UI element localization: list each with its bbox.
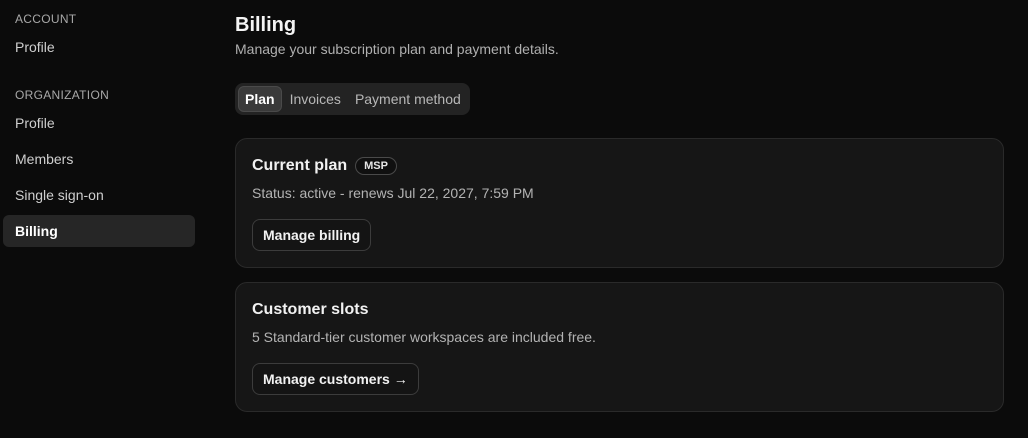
customer-slots-title: Customer slots bbox=[252, 301, 369, 318]
current-plan-card: Current plan MSP Status: active - renews… bbox=[235, 138, 1004, 268]
sidebar-item-account-profile[interactable]: Profile bbox=[3, 31, 195, 63]
tab-payment-method[interactable]: Payment method bbox=[349, 86, 467, 112]
sidebar-item-single-sign-on[interactable]: Single sign-on bbox=[3, 179, 195, 211]
page-title: Billing bbox=[235, 14, 297, 36]
current-plan-title: Current plan bbox=[252, 157, 348, 174]
tab-invoices[interactable]: Invoices bbox=[284, 86, 347, 112]
tab-plan[interactable]: Plan bbox=[238, 86, 282, 112]
settings-sidebar: ACCOUNT Profile ORGANIZATION Profile Mem… bbox=[0, 0, 200, 438]
plan-status-text: Status: active - renews Jul 22, 2027, 7:… bbox=[252, 185, 534, 201]
section-label-organization: ORGANIZATION bbox=[15, 88, 110, 102]
sidebar-item-org-profile[interactable]: Profile bbox=[3, 107, 195, 139]
page-subtitle: Manage your subscription plan and paymen… bbox=[235, 41, 559, 57]
manage-billing-button[interactable]: Manage billing bbox=[252, 219, 372, 251]
section-label-account: ACCOUNT bbox=[15, 12, 77, 26]
sidebar-item-billing[interactable]: Billing bbox=[3, 215, 195, 247]
billing-tabs: Plan Invoices Payment method bbox=[235, 83, 470, 115]
app-root: ACCOUNT Profile ORGANIZATION Profile Mem… bbox=[0, 0, 1028, 438]
plan-badge: MSP bbox=[355, 157, 397, 175]
current-plan-header: Current plan MSP bbox=[252, 157, 397, 175]
customer-slots-header: Customer slots bbox=[252, 301, 368, 319]
sidebar-item-members[interactable]: Members bbox=[3, 143, 195, 175]
manage-customers-button[interactable]: Manage customers → bbox=[252, 363, 419, 395]
customer-slots-description: 5 Standard-tier customer workspaces are … bbox=[252, 329, 596, 345]
customer-slots-card: Customer slots 5 Standard-tier customer … bbox=[235, 282, 1004, 412]
